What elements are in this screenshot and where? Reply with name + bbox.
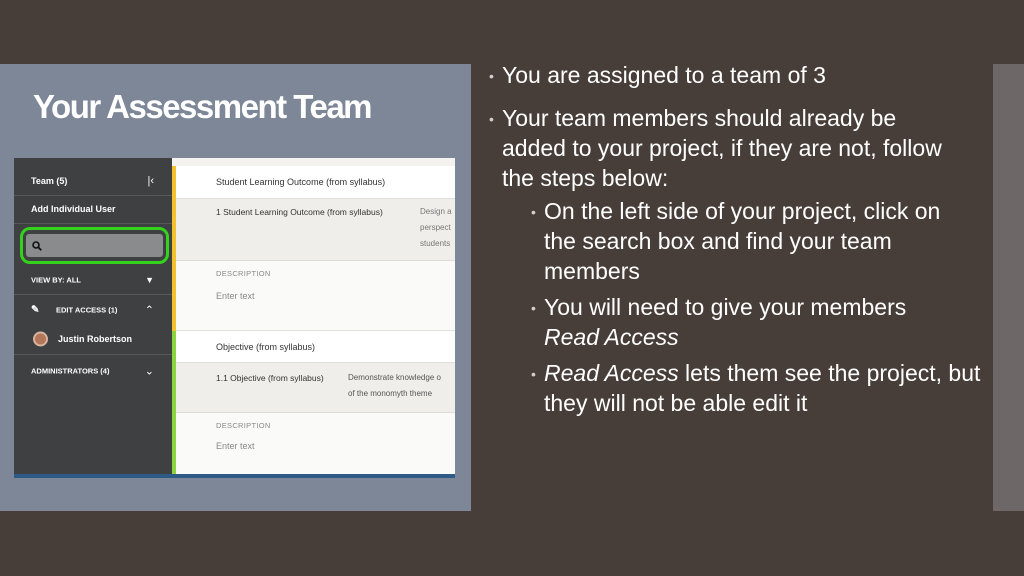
slo-header: Student Learning Outcome (from syllabus) [176,166,455,199]
view-by-dropdown[interactable]: VIEW BY: ALL ▼ [14,266,172,294]
bullet-dot: • [531,366,536,382]
objective-row[interactable]: 1.1 Objective (from syllabus) Demonstrat… [176,363,455,413]
chevron-down-icon: ⌄ [144,365,154,378]
pencil-icon: ✎ [31,304,40,316]
sub-bullet-item: • On the left side of your project, clic… [531,196,981,286]
user-name: Justin Robertson [58,334,133,344]
slo-header-text: Student Learning Outcome (from syllabus) [216,177,386,187]
description-label: DESCRIPTION [216,269,271,278]
slo-row-value-1: Design a [420,207,452,216]
slo-row-label: 1 Student Learning Outcome (from syllabu… [216,207,383,217]
project-content: Student Learning Outcome (from syllabus)… [176,158,455,474]
sub-bullet-italic: Read Access [544,360,679,386]
objective-row-value-1: Demonstrate knowledge o [348,373,441,382]
bullet-item: • Your team members should already be ad… [489,103,959,193]
sub-bullet-text: Read Access lets them see the project, b… [544,358,984,418]
add-user-label: Add Individual User [31,204,116,214]
administrators-label: ADMINISTRATORS (4) [31,366,110,376]
objective-row-value-2: of the monomyth theme [348,389,433,398]
bullet-dot: • [531,204,536,220]
add-individual-user-button[interactable]: Add Individual User [14,195,172,223]
avatar [33,331,48,347]
slo-row[interactable]: 1 Student Learning Outcome (from syllabu… [176,199,455,261]
objective-header: Objective (from syllabus) [176,331,455,363]
caret-down-icon: ▼ [145,275,154,285]
description-label: DESCRIPTION [216,421,271,430]
chevron-up-icon: ⌃ [144,304,154,317]
bullet-text: Your team members should already be adde… [502,105,942,191]
edit-access-group[interactable]: ✎ EDIT ACCESS (1) ⌃ [14,296,172,324]
bullet-item: • You are assigned to a team of 3 [489,60,989,90]
embedded-screenshot: Team (5) |‹ Add Individual User VIEW BY:… [14,158,455,478]
search-icon [32,240,42,251]
sub-bullet-text: You will need to give your members Read … [544,292,974,352]
slide-title: Your Assessment Team [33,88,373,125]
view-by-label: VIEW BY: ALL [31,275,81,285]
administrators-group[interactable]: ADMINISTRATORS (4) ⌄ [14,357,172,385]
search-highlight [20,227,169,264]
slo-description[interactable]: DESCRIPTION Enter text [176,261,455,331]
collapse-left-icon[interactable]: |‹ [147,175,154,187]
sidebar-divider [14,223,172,224]
bullet-dot: • [489,111,494,127]
description-placeholder: Enter text [216,441,255,451]
objective-row-label: 1.1 Objective (from syllabus) [216,373,324,383]
right-strip [993,64,1024,511]
team-label: Team (5) [31,176,68,186]
team-sidebar: Team (5) |‹ Add Individual User VIEW BY:… [14,158,172,474]
bullet-dot: • [489,68,494,84]
sidebar-divider [14,354,172,355]
sub-bullet-item: • Read Access lets them see the project,… [531,358,981,418]
slo-row-value-2: perspect [420,223,451,232]
sub-bullet-italic: Read Access [544,324,679,350]
bullet-dot: • [531,300,536,316]
sub-bullet-text: On the left side of your project, click … [544,198,941,284]
sub-bullet-plain: You will need to give your members [544,294,907,320]
objective-header-text: Objective (from syllabus) [216,341,316,352]
sidebar-divider [14,294,172,295]
description-placeholder: Enter text [216,291,255,301]
edit-access-label: EDIT ACCESS (1) [56,305,118,315]
bullet-text: You are assigned to a team of 3 [502,62,826,88]
sub-bullet-item: • You will need to give your members Rea… [531,292,981,352]
objective-description[interactable]: DESCRIPTION Enter text [176,413,455,474]
team-member-item[interactable]: Justin Robertson [14,325,172,353]
team-header[interactable]: Team (5) |‹ [14,167,172,195]
search-input[interactable] [26,234,163,257]
slo-row-value-3: students [420,239,451,248]
